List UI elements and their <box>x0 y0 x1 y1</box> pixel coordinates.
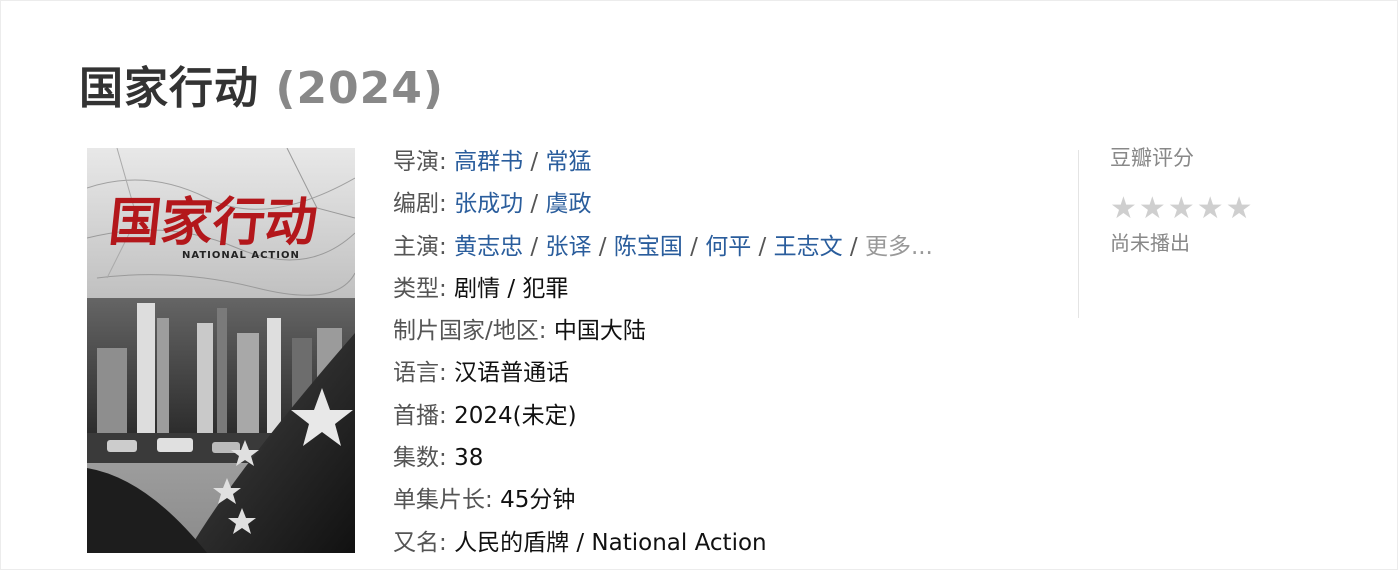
separator: / <box>690 233 706 260</box>
runtime-value: 45分钟 <box>500 487 576 514</box>
rating-status: 尚未播出 <box>1110 231 1190 255</box>
info-row-runtime: 单集片长: 45分钟 <box>393 479 1043 521</box>
writer-link-0[interactable]: 张成功 <box>454 191 523 217</box>
page-title: 国家行动 (2024) <box>79 52 444 116</box>
rating-stars: ★ ★ ★ ★ ★ <box>1110 189 1370 229</box>
episodes-value: 38 <box>454 445 484 472</box>
movie-info: 导演: 高群书 / 常猛 编剧: 张成功 / 虞政 主演: 黄志忠 / 张译 /… <box>393 141 1043 564</box>
cast-link-3[interactable]: 何平 <box>705 234 751 260</box>
info-row-episodes: 集数: 38 <box>393 437 1043 479</box>
separator: / <box>530 233 546 260</box>
premiere-label: 首播: <box>393 402 455 429</box>
rating-divider <box>1078 150 1079 318</box>
movie-year: (2024) <box>275 63 445 114</box>
cast-more-link[interactable]: 更多... <box>865 234 933 260</box>
separator: / <box>598 233 614 260</box>
writer-label: 编剧: <box>393 191 455 218</box>
premiere-value: 2024(未定) <box>454 402 577 429</box>
movie-title: 国家行动 <box>79 63 259 114</box>
star-icon: ★ <box>1110 191 1137 226</box>
info-row-premiere: 首播: 2024(未定) <box>393 395 1043 437</box>
star-icon: ★ <box>1225 191 1253 226</box>
cast-link-1[interactable]: 张译 <box>545 234 591 260</box>
info-row-director: 导演: 高群书 / 常猛 <box>393 141 1043 183</box>
country-label: 制片国家/地区: <box>393 318 554 345</box>
rating-panel: 豆瓣评分 ★ ★ ★ ★ ★ 尚未播出 <box>1110 143 1370 257</box>
country-value: 中国大陆 <box>553 318 646 345</box>
cast-link-4[interactable]: 王志文 <box>774 234 843 260</box>
info-row-cast: 主演: 黄志忠 / 张译 / 陈宝国 / 何平 / 王志文 / 更多... <box>393 226 1043 268</box>
separator: / <box>530 149 546 175</box>
info-row-country: 制片国家/地区: 中国大陆 <box>393 310 1043 352</box>
director-label: 导演: <box>393 149 455 175</box>
language-value: 汉语普通话 <box>454 360 570 387</box>
aka-label: 又名: <box>393 529 455 556</box>
rating-label: 豆瓣评分 <box>1110 146 1194 170</box>
writer-link-1[interactable]: 虞政 <box>545 191 591 217</box>
language-label: 语言: <box>393 360 455 387</box>
cast-label: 主演: <box>393 233 455 260</box>
aka-value: 人民的盾牌 / National Action <box>454 529 767 556</box>
separator: / <box>530 191 546 218</box>
info-row-language: 语言: 汉语普通话 <box>393 352 1043 394</box>
runtime-label: 单集片长: <box>393 487 501 514</box>
director-link-1[interactable]: 常猛 <box>545 149 591 175</box>
genre-value: 剧情 / 犯罪 <box>454 275 569 302</box>
genre-label: 类型: <box>393 275 455 302</box>
poster-title-art: 国家行动 <box>106 192 320 253</box>
info-row-genre: 类型: 剧情 / 犯罪 <box>393 268 1043 310</box>
cast-link-2[interactable]: 陈宝国 <box>614 234 683 260</box>
star-icon: ★ <box>1138 191 1166 226</box>
star-icon: ★ <box>1196 191 1224 226</box>
episodes-label: 集数: <box>393 445 455 472</box>
director-link-0[interactable]: 高群书 <box>454 149 523 175</box>
poster-image: 国家行动 NATIONAL ACTION <box>87 148 355 553</box>
separator: / <box>758 233 774 260</box>
movie-poster[interactable]: 国家行动 NATIONAL ACTION <box>87 148 355 553</box>
cast-link-0[interactable]: 黄志忠 <box>454 234 523 260</box>
info-row-writer: 编剧: 张成功 / 虞政 <box>393 183 1043 225</box>
separator: / <box>849 233 865 260</box>
poster-subtitle-art: NATIONAL ACTION <box>182 250 300 261</box>
info-row-aka: 又名: 人民的盾牌 / National Action <box>393 522 1043 564</box>
star-icon: ★ <box>1167 191 1195 226</box>
